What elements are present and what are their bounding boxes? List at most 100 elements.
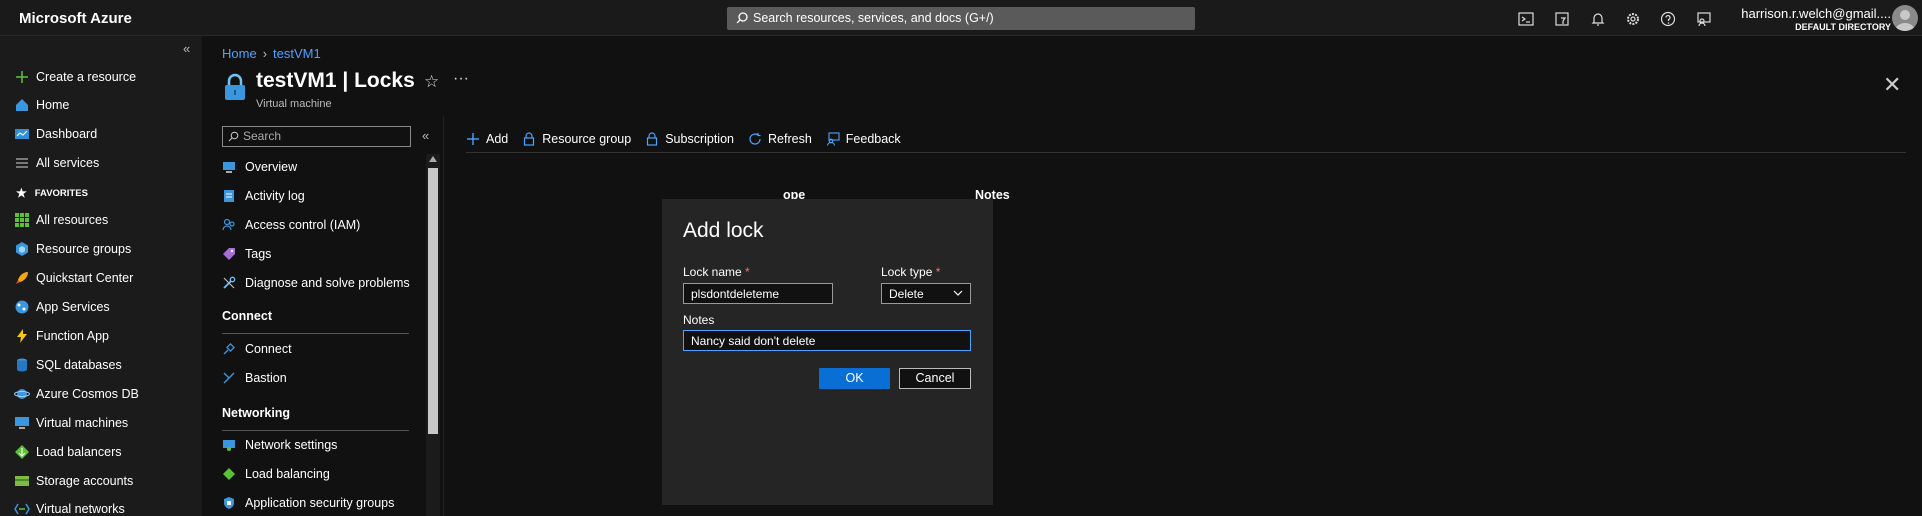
sidebar-item-label: All resources bbox=[36, 213, 109, 227]
menu-item-load-balancing[interactable]: Load balancing bbox=[222, 464, 330, 484]
sidebar-item-label: Load balancers bbox=[36, 445, 122, 459]
feedback-icon[interactable] bbox=[1695, 10, 1713, 28]
sidebar-item-function-app[interactable]: Function App bbox=[14, 326, 109, 346]
sidebar-item-storage-accounts[interactable]: Storage accounts bbox=[14, 471, 133, 491]
sidebar-item-quickstart-center[interactable]: Quickstart Center bbox=[14, 268, 133, 288]
breadcrumb: Home › testVM1 bbox=[222, 46, 321, 61]
lock-icon bbox=[647, 132, 658, 146]
sidebar-item-all-resources[interactable]: All resources bbox=[14, 210, 108, 230]
collapse-sidebar-icon[interactable]: « bbox=[183, 41, 190, 56]
sidebar-item-label: Virtual networks bbox=[36, 502, 125, 516]
sidebar-item-sql-databases[interactable]: SQL databases bbox=[14, 355, 122, 375]
directory-filter-icon[interactable] bbox=[1553, 10, 1571, 28]
required-marker: * bbox=[935, 265, 941, 279]
star-icon: ★ bbox=[16, 186, 27, 200]
menu-item-diagnose[interactable]: Diagnose and solve problems bbox=[222, 273, 410, 293]
sidebar-item-app-services[interactable]: App Services bbox=[14, 297, 110, 317]
user-avatar-icon bbox=[1895, 10, 1915, 31]
menu-divider bbox=[222, 430, 409, 431]
sidebar-item-resource-groups[interactable]: Resource groups bbox=[14, 239, 131, 259]
menu-item-label: Application security groups bbox=[245, 496, 395, 510]
avatar[interactable] bbox=[1892, 5, 1918, 31]
add-button[interactable]: Add bbox=[466, 132, 508, 146]
menu-item-tags[interactable]: Tags bbox=[222, 244, 271, 264]
refresh-label: Refresh bbox=[768, 132, 812, 146]
sidebar-item-all-services[interactable]: All services bbox=[14, 153, 99, 173]
directory-name: DEFAULT DIRECTORY bbox=[1795, 22, 1891, 32]
menu-item-network-settings[interactable]: Network settings bbox=[222, 435, 337, 455]
sidebar-item-azure-cosmos-db[interactable]: Azure Cosmos DB bbox=[14, 384, 139, 404]
sidebar-item-home[interactable]: Home bbox=[14, 95, 69, 115]
sidebar-item-load-balancers[interactable]: Load balancers bbox=[14, 442, 121, 462]
monitor-icon bbox=[223, 162, 235, 173]
cube-icon bbox=[16, 242, 28, 256]
plus-icon bbox=[16, 71, 28, 83]
refresh-button[interactable]: Refresh bbox=[748, 132, 812, 146]
monitor-icon bbox=[15, 417, 29, 429]
menu-item-overview[interactable]: Overview bbox=[222, 157, 297, 177]
sidebar-item-virtual-networks[interactable]: Virtual networks bbox=[14, 499, 125, 516]
menu-item-label: Load balancing bbox=[245, 467, 330, 481]
brand-logo[interactable]: Microsoft Azure bbox=[19, 10, 132, 27]
menu-divider bbox=[222, 333, 409, 334]
sidebar-item-label: App Services bbox=[36, 300, 110, 314]
resource-menu-scrollbar[interactable] bbox=[426, 154, 440, 516]
cloud-shell-icon[interactable] bbox=[1517, 10, 1535, 28]
resource-menu-search-input[interactable]: Search bbox=[222, 126, 411, 147]
subscription-label: Subscription bbox=[665, 132, 734, 146]
sidebar-item-label: Function App bbox=[36, 329, 109, 343]
menu-item-app-security-groups[interactable]: Application security groups bbox=[222, 493, 394, 513]
lock-name-label: Lock name * bbox=[683, 265, 750, 279]
sidebar-item-dashboard[interactable]: Dashboard bbox=[14, 124, 97, 144]
bell-icon[interactable] bbox=[1589, 10, 1607, 28]
subscription-button[interactable]: Subscription bbox=[645, 132, 734, 146]
close-icon[interactable]: ✕ bbox=[1883, 72, 1901, 98]
sidebar-item-label: Resource groups bbox=[36, 242, 132, 256]
feedback-button[interactable]: Feedback bbox=[826, 132, 901, 146]
lock-name-label-text: Lock name bbox=[683, 265, 742, 279]
scroll-up-icon[interactable] bbox=[429, 156, 437, 162]
menu-item-access-control[interactable]: Access control (IAM) bbox=[222, 215, 360, 235]
gear-icon[interactable] bbox=[1624, 10, 1642, 28]
search-icon bbox=[736, 12, 748, 24]
notes-input[interactable]: Nancy said don't delete bbox=[683, 330, 971, 351]
menu-item-activity-log[interactable]: Activity log bbox=[222, 186, 305, 206]
menu-item-label: Bastion bbox=[245, 371, 287, 385]
help-icon[interactable] bbox=[1659, 10, 1677, 28]
ok-button[interactable]: OK bbox=[819, 368, 890, 389]
user-name: harrison.r.welch@gmail.... bbox=[1741, 6, 1891, 21]
feedback-icon bbox=[826, 132, 840, 146]
sidebar-item-create-resource[interactable]: Create a resource bbox=[14, 67, 136, 87]
breadcrumb-home[interactable]: Home bbox=[222, 46, 257, 61]
favorite-star-icon[interactable]: ☆ bbox=[424, 72, 439, 92]
sidebar-item-label: Home bbox=[36, 98, 70, 112]
lock-type-select[interactable]: Delete bbox=[881, 283, 971, 304]
storage-icon bbox=[15, 476, 29, 486]
lock-type-label-text: Lock type bbox=[881, 265, 933, 279]
menu-item-label: Access control (IAM) bbox=[245, 218, 361, 232]
menu-item-label: Diagnose and solve problems bbox=[245, 276, 410, 290]
menu-item-label: Connect bbox=[245, 342, 292, 356]
resource-group-button[interactable]: Resource group bbox=[522, 132, 631, 146]
menu-item-bastion[interactable]: Bastion bbox=[222, 368, 287, 388]
global-search-text: Search resources, services, and docs (G+… bbox=[753, 11, 994, 25]
scrollbar-thumb[interactable] bbox=[428, 168, 438, 434]
cancel-button[interactable]: Cancel bbox=[899, 368, 971, 389]
favorites-header: ★ FAVORITES bbox=[16, 186, 88, 200]
sidebar-item-virtual-machines[interactable]: Virtual machines bbox=[14, 413, 128, 433]
collapse-menu-icon[interactable]: « bbox=[422, 128, 429, 143]
add-lock-title: Add lock bbox=[683, 219, 764, 242]
account-menu[interactable]: harrison.r.welch@gmail.... DEFAULT DIREC… bbox=[1741, 6, 1891, 32]
grid-icon bbox=[15, 213, 29, 227]
menu-item-connect[interactable]: Connect bbox=[222, 339, 292, 359]
lock-icon bbox=[225, 73, 245, 100]
sidebar-item-label: All services bbox=[36, 156, 100, 170]
breadcrumb-separator-icon: › bbox=[262, 46, 268, 61]
shield-icon bbox=[224, 497, 234, 509]
lock-name-input[interactable]: plsdontdeleteme bbox=[683, 283, 833, 304]
global-search-input[interactable]: Search resources, services, and docs (G+… bbox=[727, 7, 1195, 30]
breadcrumb-current[interactable]: testVM1 bbox=[273, 46, 321, 61]
people-icon bbox=[222, 218, 235, 231]
more-options-icon[interactable]: ··· bbox=[453, 70, 469, 88]
sidebar-item-label: Create a resource bbox=[36, 70, 137, 84]
